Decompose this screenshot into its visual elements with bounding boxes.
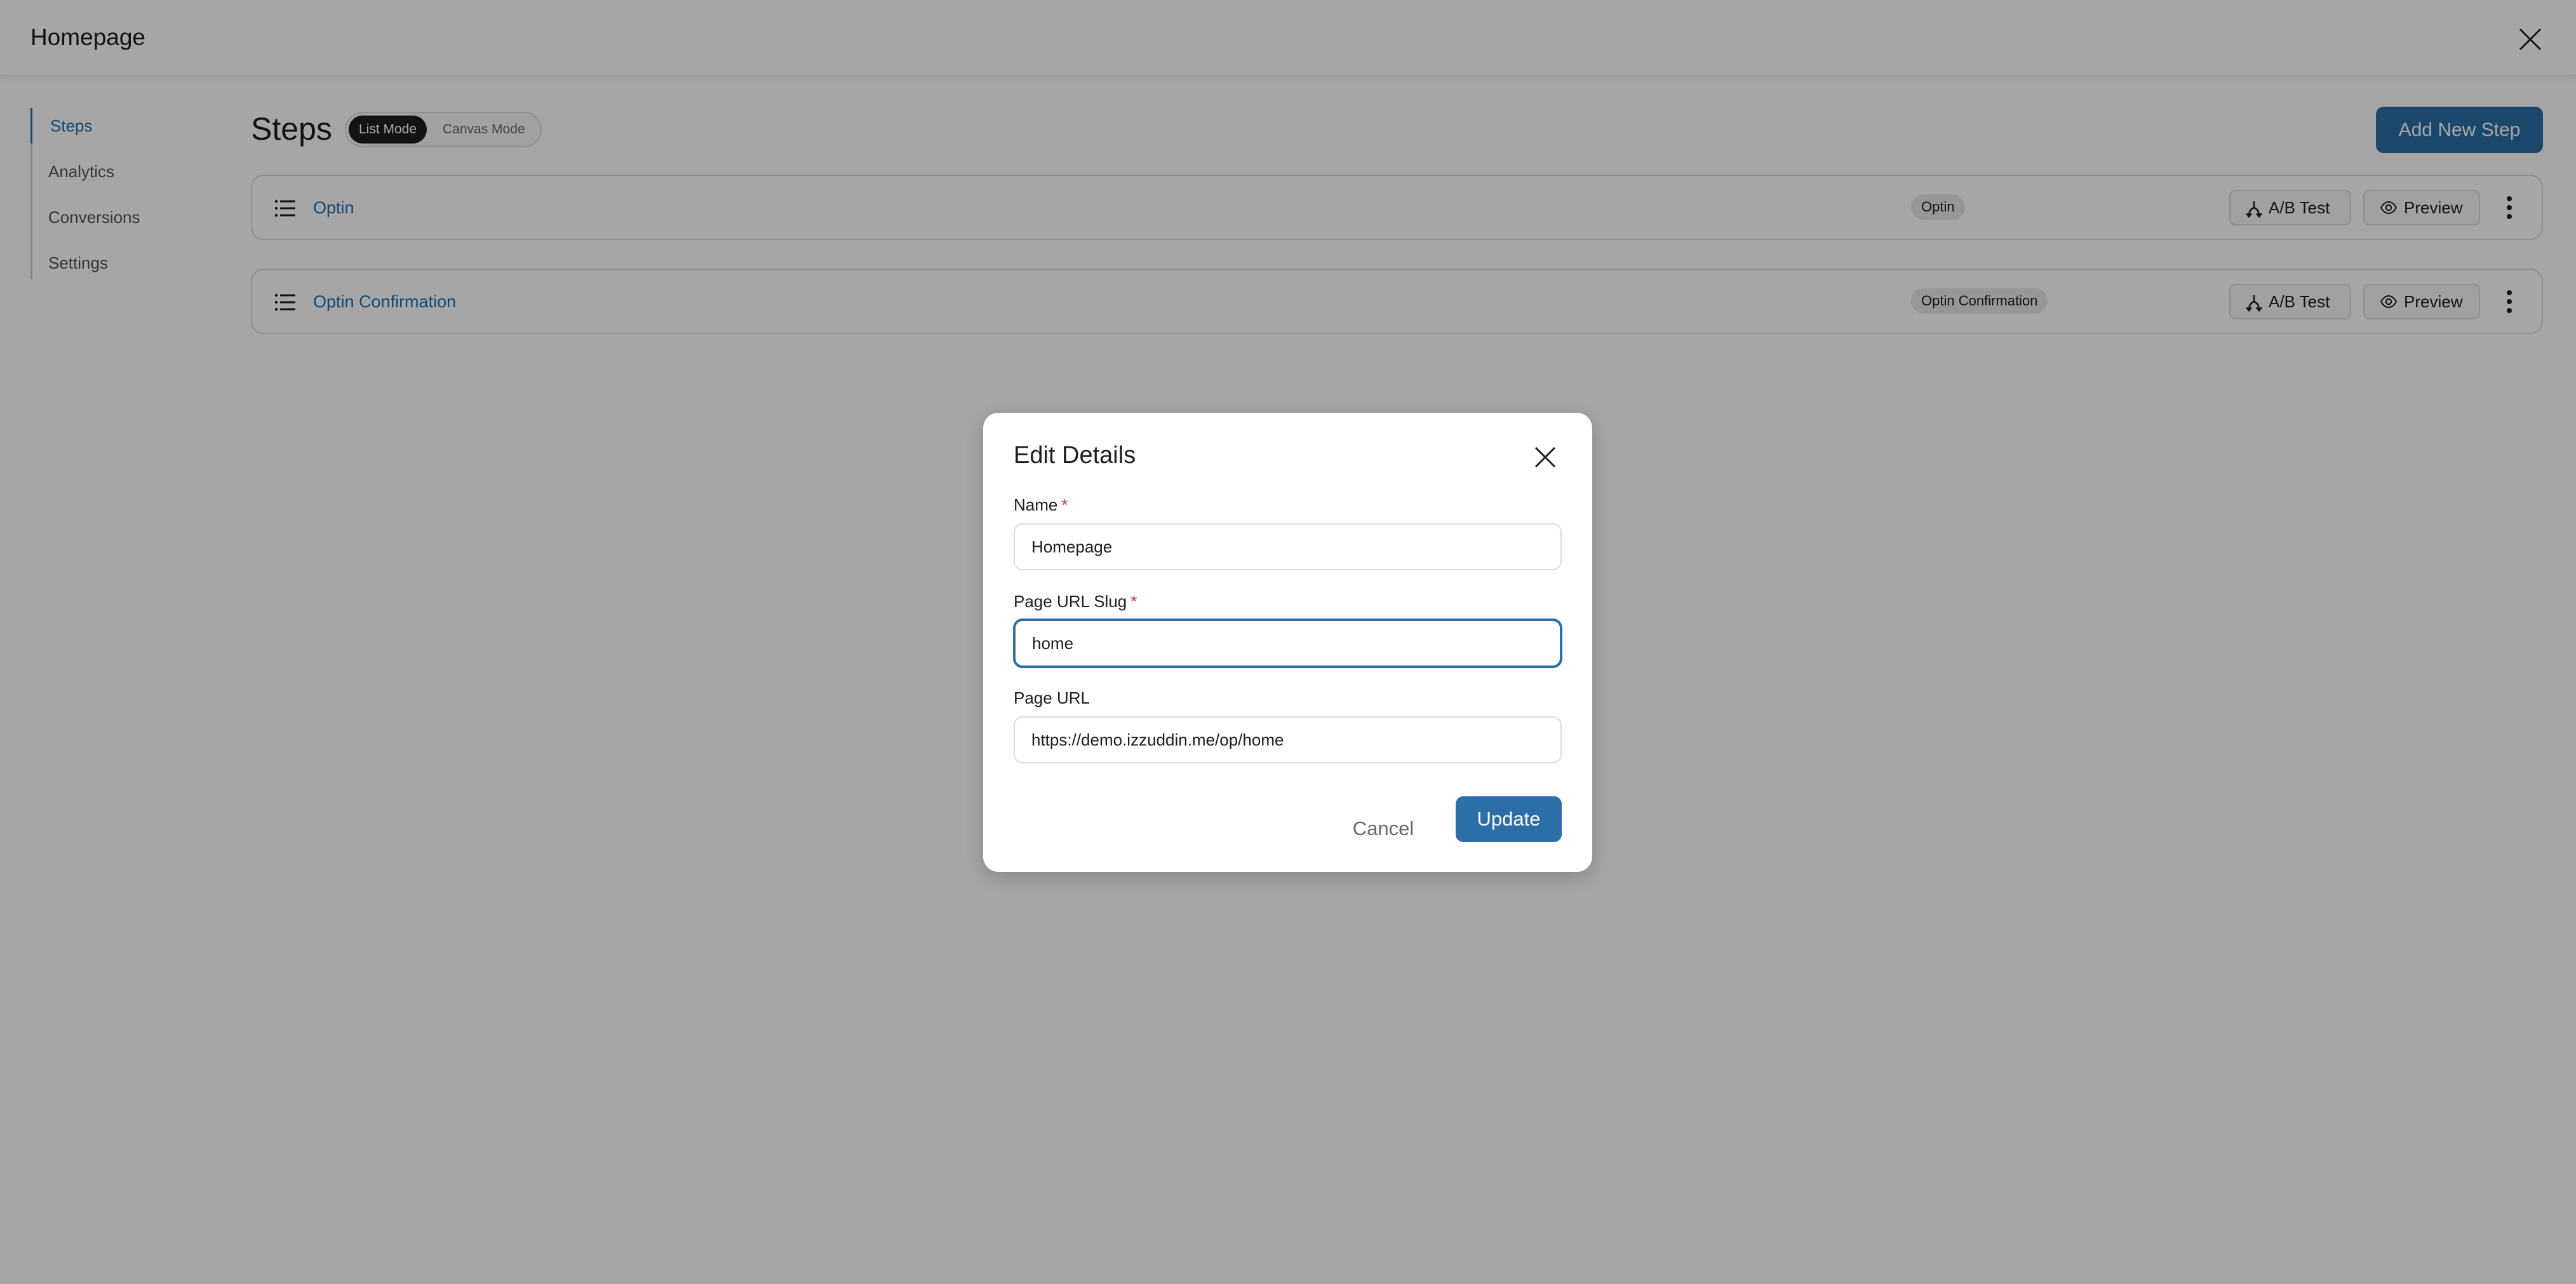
page-url-label: Page URL xyxy=(1014,688,1090,707)
name-input[interactable] xyxy=(1014,523,1562,570)
required-asterisk: * xyxy=(1061,495,1068,514)
edit-details-modal: Edit Details Name* Page URL Slug* Page U… xyxy=(983,413,1592,872)
name-label-text: Name xyxy=(1014,495,1058,514)
slug-label: Page URL Slug * xyxy=(1014,592,1137,612)
close-icon[interactable] xyxy=(1534,446,1557,469)
modal-title: Edit Details xyxy=(1014,442,1136,469)
name-label: Name * xyxy=(1014,495,1068,515)
cancel-button[interactable]: Cancel xyxy=(1345,806,1421,851)
required-asterisk: * xyxy=(1130,592,1137,611)
update-button[interactable]: Update xyxy=(1456,796,1562,842)
page-url-input[interactable] xyxy=(1014,716,1562,763)
page-url-slug-input[interactable] xyxy=(1014,619,1562,667)
slug-label-text: Page URL Slug xyxy=(1014,592,1127,611)
